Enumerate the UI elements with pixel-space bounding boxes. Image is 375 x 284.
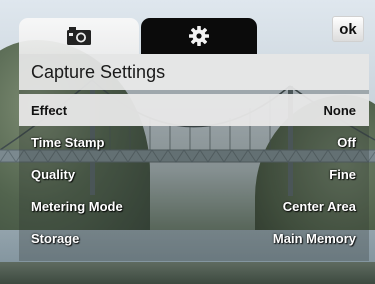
setting-label: Metering Mode — [31, 198, 123, 214]
tab-camera[interactable] — [19, 18, 139, 54]
capture-settings-panel: ok Capture Settings Effect None Time Sta… — [11, 8, 370, 261]
setting-label: Effect — [31, 102, 68, 118]
setting-label: Quality — [31, 166, 76, 182]
tab-bar: ok — [11, 8, 370, 54]
setting-label: Storage — [31, 230, 80, 246]
setting-value: Center Area — [282, 198, 356, 214]
setting-row-metering-mode[interactable]: Metering Mode Center Area — [19, 190, 369, 222]
settings-body: Capture Settings Effect None Time Stamp … — [19, 54, 369, 261]
setting-label: Time Stamp — [31, 134, 105, 150]
page-title: Capture Settings — [31, 62, 166, 82]
setting-value: Main Memory — [272, 230, 356, 246]
setting-row-effect[interactable]: Effect None — [19, 94, 369, 126]
setting-value: None — [323, 102, 357, 118]
setting-value: Off — [337, 134, 356, 150]
tab-settings[interactable] — [141, 18, 257, 54]
settings-list: Effect None Time Stamp Off Quality Fine … — [19, 94, 369, 254]
gear-icon — [189, 26, 209, 46]
setting-row-quality[interactable]: Quality Fine — [19, 158, 369, 190]
title-bar: Capture Settings — [19, 54, 369, 90]
setting-value: Fine — [329, 166, 356, 182]
setting-row-storage[interactable]: Storage Main Memory — [19, 222, 369, 254]
ok-button[interactable]: ok — [332, 16, 364, 42]
camera-icon — [67, 27, 91, 45]
setting-row-time-stamp[interactable]: Time Stamp Off — [19, 126, 369, 158]
